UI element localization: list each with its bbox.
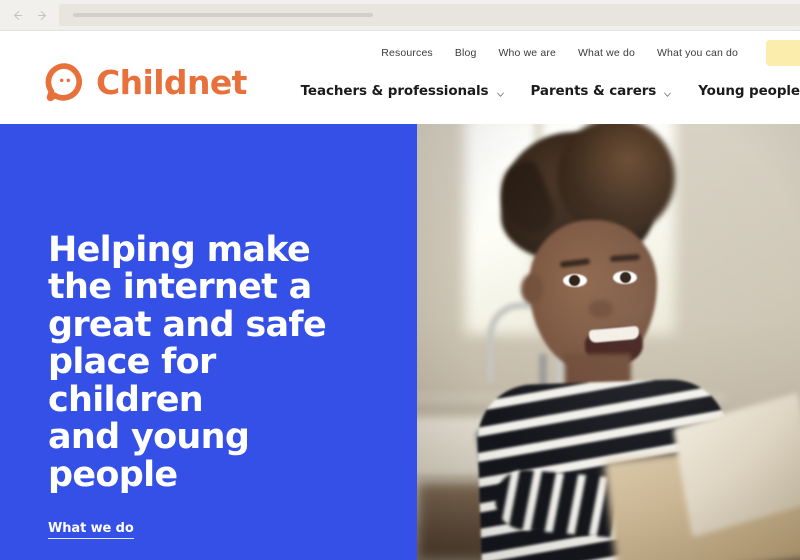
address-bar-redacted-url: [73, 13, 373, 17]
hero-section: Helping make the internet a great and sa…: [0, 124, 800, 560]
hero-copy: Helping make the internet a great and sa…: [48, 230, 378, 540]
address-bar[interactable]: [59, 4, 800, 26]
nav-item-teachers-professionals[interactable]: Teachers & professionals: [301, 83, 505, 99]
nav-item-parents-carers[interactable]: Parents & carers: [531, 83, 673, 99]
chevron-down-icon: [496, 87, 505, 97]
hero-photo: [417, 124, 800, 560]
nav-item-label: Teachers & professionals: [300, 83, 489, 99]
childnet-speech-bubble-icon: [45, 62, 85, 102]
forward-arrow-icon[interactable]: [36, 9, 49, 22]
site-logo-wordmark: Childnet: [96, 62, 247, 102]
hero-text-panel: Helping make the internet a great and sa…: [0, 124, 417, 560]
utility-nav-item-blog[interactable]: Blog: [455, 47, 477, 59]
back-arrow-icon[interactable]: [11, 9, 24, 22]
site-logo[interactable]: Childnet: [45, 62, 247, 102]
chevron-down-icon: [663, 87, 672, 97]
utility-navigation: Resources Blog Who we are What we do Wha…: [381, 31, 800, 75]
main-navigation: Teachers & professionals Parents & carer…: [301, 83, 800, 99]
browser-window: Childnet Resources Blog Who we are What …: [0, 0, 800, 560]
hero-cta-link[interactable]: What we do: [48, 521, 134, 540]
nav-item-label: Young people: [698, 83, 800, 99]
photo-vignette: [417, 124, 800, 560]
navigation-buttons: [0, 9, 59, 22]
utility-nav-item-resources[interactable]: Resources: [381, 47, 433, 59]
hero-headline: Helping make the internet a great and sa…: [48, 230, 327, 495]
browser-toolbar: [0, 0, 800, 31]
utility-nav-item-what-you-can-do[interactable]: What you can do: [657, 47, 738, 59]
utility-nav-item-who-we-are[interactable]: Who we are: [498, 47, 556, 59]
nav-item-label: Parents & carers: [530, 83, 657, 99]
site-header: Childnet Resources Blog Who we are What …: [0, 31, 800, 124]
utility-nav-item-what-we-do[interactable]: What we do: [578, 47, 635, 59]
donate-button[interactable]: [766, 40, 800, 66]
nav-item-young-people[interactable]: Young people: [698, 83, 800, 99]
